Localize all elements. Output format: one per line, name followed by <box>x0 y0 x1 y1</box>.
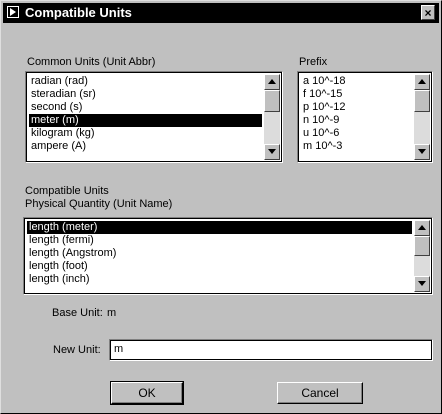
scroll-thumb[interactable] <box>414 90 430 112</box>
prefix-label: Prefix <box>299 56 328 68</box>
compatible-units-items: length (meter) length (fermi) length (Angs… <box>27 221 412 286</box>
title-bar: Compatible Units × <box>3 3 439 23</box>
new-unit-label: New Unit: <box>53 344 101 356</box>
common-unit-option[interactable]: second (s) <box>29 101 262 114</box>
scroll-thumb[interactable] <box>264 90 280 112</box>
arrow-down-icon <box>418 149 426 154</box>
compatible-units-listbox[interactable]: length (meter) length (fermi) length (Angs… <box>23 217 433 295</box>
scroll-down-button[interactable] <box>264 144 280 160</box>
prefix-listbox[interactable]: a 10^-18 f 10^-15 p 10^-12 n 10^-9 u 10^-6 m … <box>297 71 433 163</box>
compatible-units-scrollbar[interactable] <box>414 220 430 292</box>
compatible-unit-option[interactable]: length (fermi) <box>27 234 412 247</box>
new-unit-input[interactable]: m <box>109 339 433 361</box>
scroll-up-button[interactable] <box>414 74 430 90</box>
cancel-button[interactable]: Cancel <box>277 382 363 404</box>
base-unit-label: Base Unit: <box>52 307 103 319</box>
prefix-option[interactable]: n 10^-9 <box>301 114 412 127</box>
scroll-up-button[interactable] <box>414 220 430 236</box>
compatible-units-dialog: Compatible Units × Common Units (Unit Ab… <box>0 0 442 414</box>
common-unit-option[interactable]: meter (m) <box>29 114 262 127</box>
prefix-option[interactable]: u 10^-6 <box>301 127 412 140</box>
compatible-units-label: Compatible Units <box>25 185 109 197</box>
prefix-option[interactable]: f 10^-15 <box>301 88 412 101</box>
prefix-option[interactable]: m 10^-3 <box>301 140 412 153</box>
common-unit-option[interactable]: radian (rad) <box>29 75 262 88</box>
prefix-scrollbar[interactable] <box>414 74 430 160</box>
common-unit-option[interactable]: ampere (A) <box>29 140 262 153</box>
prefix-option[interactable]: p 10^-12 <box>301 101 412 114</box>
scroll-up-button[interactable] <box>264 74 280 90</box>
scroll-down-button[interactable] <box>414 144 430 160</box>
arrow-up-icon <box>418 79 426 84</box>
arrow-up-icon <box>418 225 426 230</box>
common-units-items: radian (rad) steradian (sr) second (s) mete… <box>29 75 262 153</box>
prefix-option[interactable]: a 10^-18 <box>301 75 412 88</box>
prefix-items: a 10^-18 f 10^-15 p 10^-12 n 10^-9 u 10^-6 m … <box>301 75 412 153</box>
arrow-up-icon <box>268 79 276 84</box>
common-units-scrollbar[interactable] <box>264 74 280 160</box>
common-unit-option[interactable]: steradian (sr) <box>29 88 262 101</box>
compatible-unit-option[interactable]: length (Angstrom) <box>27 247 412 260</box>
arrow-down-icon <box>268 149 276 154</box>
window-title: Compatible Units <box>25 5 132 20</box>
base-unit-value: m <box>107 307 117 319</box>
physical-quantity-label: Physical Quantity (Unit Name) <box>25 198 173 210</box>
compatible-unit-option[interactable]: length (foot) <box>27 260 412 273</box>
app-icon <box>7 6 19 18</box>
arrow-down-icon <box>418 281 426 286</box>
close-icon[interactable]: × <box>421 5 435 20</box>
common-units-listbox[interactable]: radian (rad) steradian (sr) second (s) mete… <box>25 71 283 163</box>
common-units-label: Common Units (Unit Abbr) <box>27 56 156 68</box>
compatible-unit-option[interactable]: length (meter) <box>27 221 412 234</box>
compatible-unit-option[interactable]: length (inch) <box>27 273 412 286</box>
common-unit-option[interactable]: kilogram (kg) <box>29 127 262 140</box>
ok-button[interactable]: OK <box>110 381 184 405</box>
scroll-down-button[interactable] <box>414 276 430 292</box>
scroll-thumb[interactable] <box>414 236 430 256</box>
